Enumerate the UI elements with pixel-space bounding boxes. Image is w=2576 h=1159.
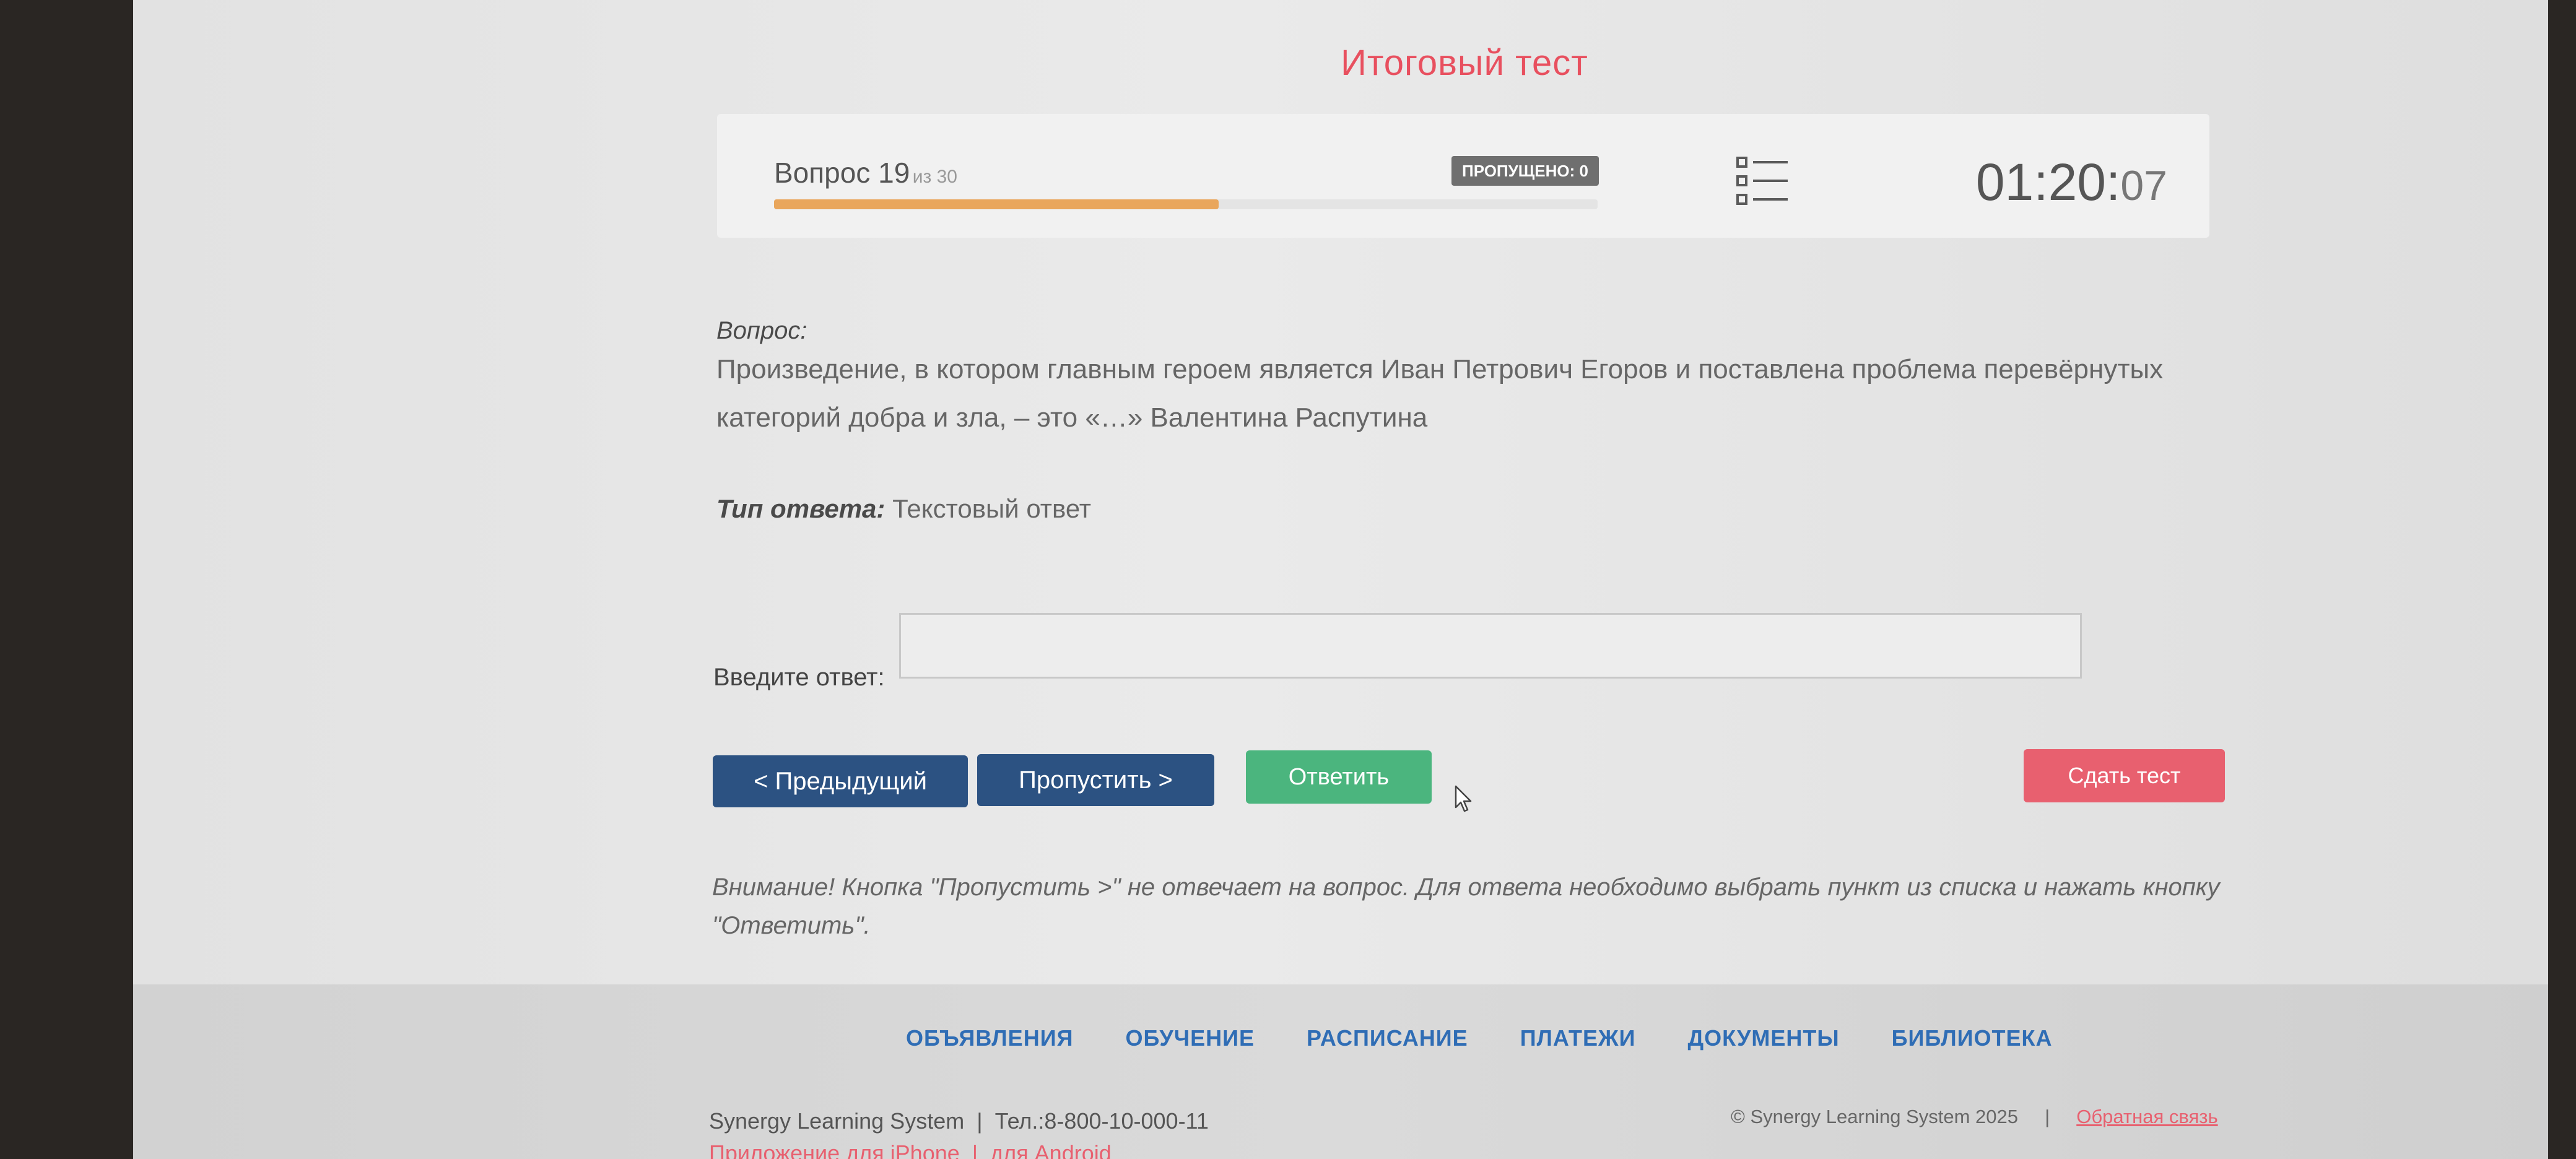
- timer-seconds: 07: [2120, 162, 2167, 209]
- answer-type-label: Тип ответа:: [716, 494, 886, 523]
- previous-question-button[interactable]: < Предыдущий: [713, 755, 968, 807]
- footer-brand: Synergy Learning System: [709, 1108, 965, 1134]
- footer-nav-learning[interactable]: ОБУЧЕНИЕ: [1125, 1025, 1255, 1051]
- question-number: 19: [878, 157, 910, 189]
- footer-navigation: ОБЪЯВЛЕНИЯ ОБУЧЕНИЕ РАСПИСАНИЕ ПЛАТЕЖИ ДОКУМ…: [906, 1025, 2104, 1051]
- question-list-icon[interactable]: [1736, 156, 1789, 207]
- answer-type-value: Текстовый ответ: [892, 494, 1092, 523]
- feedback-link[interactable]: Обратная связь: [2076, 1106, 2217, 1127]
- question-counter: Вопрос 19 из 30: [774, 156, 957, 189]
- footer-contacts: Synergy Learning System | Тел.:8-800-10-…: [709, 1108, 1209, 1134]
- finish-test-button[interactable]: Сдать тест: [2024, 749, 2225, 802]
- mouse-cursor-icon: [1455, 785, 1473, 817]
- submit-answer-button[interactable]: Ответить: [1246, 750, 1432, 804]
- skip-warning-notice: Внимание! Кнопка "Пропустить >" не отвеч…: [712, 874, 2220, 939]
- question-counter-label: Вопрос: [774, 157, 871, 189]
- footer-nav-announcements[interactable]: ОБЪЯВЛЕНИЯ: [906, 1025, 1073, 1051]
- answer-type: Тип ответа: Текстовый ответ: [716, 494, 1091, 524]
- question-heading: Вопрос:: [716, 317, 807, 344]
- android-app-link[interactable]: для Android: [990, 1140, 1112, 1159]
- footer-nav-documents[interactable]: ДОКУМЕНТЫ: [1687, 1025, 1839, 1051]
- page-title: Итоговый тест: [1341, 43, 1588, 83]
- footer-background: [133, 984, 2548, 1159]
- question-counter-total: из 30: [912, 167, 957, 187]
- browser-viewport: Итоговый тест Вопрос 19 из 30 ПРОПУЩЕНО:…: [133, 0, 2548, 1159]
- question-list-icon-graphic: [1736, 157, 1788, 205]
- footer-app-links: Приложение для iPhone | для Android: [709, 1140, 1112, 1159]
- answer-input-label: Введите ответ:: [713, 664, 885, 691]
- timer-hours-minutes: 01:20:: [1975, 153, 2121, 211]
- skip-question-button[interactable]: Пропустить >: [977, 754, 1214, 806]
- progress-panel: Вопрос 19 из 30 ПРОПУЩЕНО: 0 01:20:07: [717, 114, 2209, 238]
- footer-phone: Тел.:8-800-10-000-11: [994, 1108, 1209, 1134]
- mouse-cursor-icon-graphic: [1455, 785, 1472, 812]
- countdown-timer: 01:20:07: [1976, 152, 2167, 212]
- answer-input[interactable]: [899, 613, 2082, 679]
- skipped-count-badge: ПРОПУЩЕНО: 0: [1451, 156, 1599, 186]
- footer-legal: © Synergy Learning System 2025 | Обратна…: [1731, 1106, 2218, 1128]
- footer-separator-right: |: [2045, 1106, 2050, 1127]
- footer-nav-payments[interactable]: ПЛАТЕЖИ: [1520, 1025, 1636, 1051]
- footer-separator: |: [977, 1108, 983, 1134]
- iphone-app-link[interactable]: Приложение для iPhone: [709, 1140, 960, 1159]
- progress-bar: [774, 199, 1598, 209]
- footer-nav-library[interactable]: БИБЛИОТЕКА: [1892, 1025, 2053, 1051]
- footer-copyright: © Synergy Learning System 2025: [1731, 1106, 2018, 1127]
- footer-nav-schedule[interactable]: РАСПИСАНИЕ: [1307, 1025, 1468, 1051]
- footer-apps-separator: |: [972, 1140, 978, 1159]
- question-text: Произведение, в котором главным героем я…: [716, 354, 2164, 433]
- question-counter-current: Вопрос 19: [774, 157, 910, 189]
- progress-bar-fill: [774, 199, 1219, 209]
